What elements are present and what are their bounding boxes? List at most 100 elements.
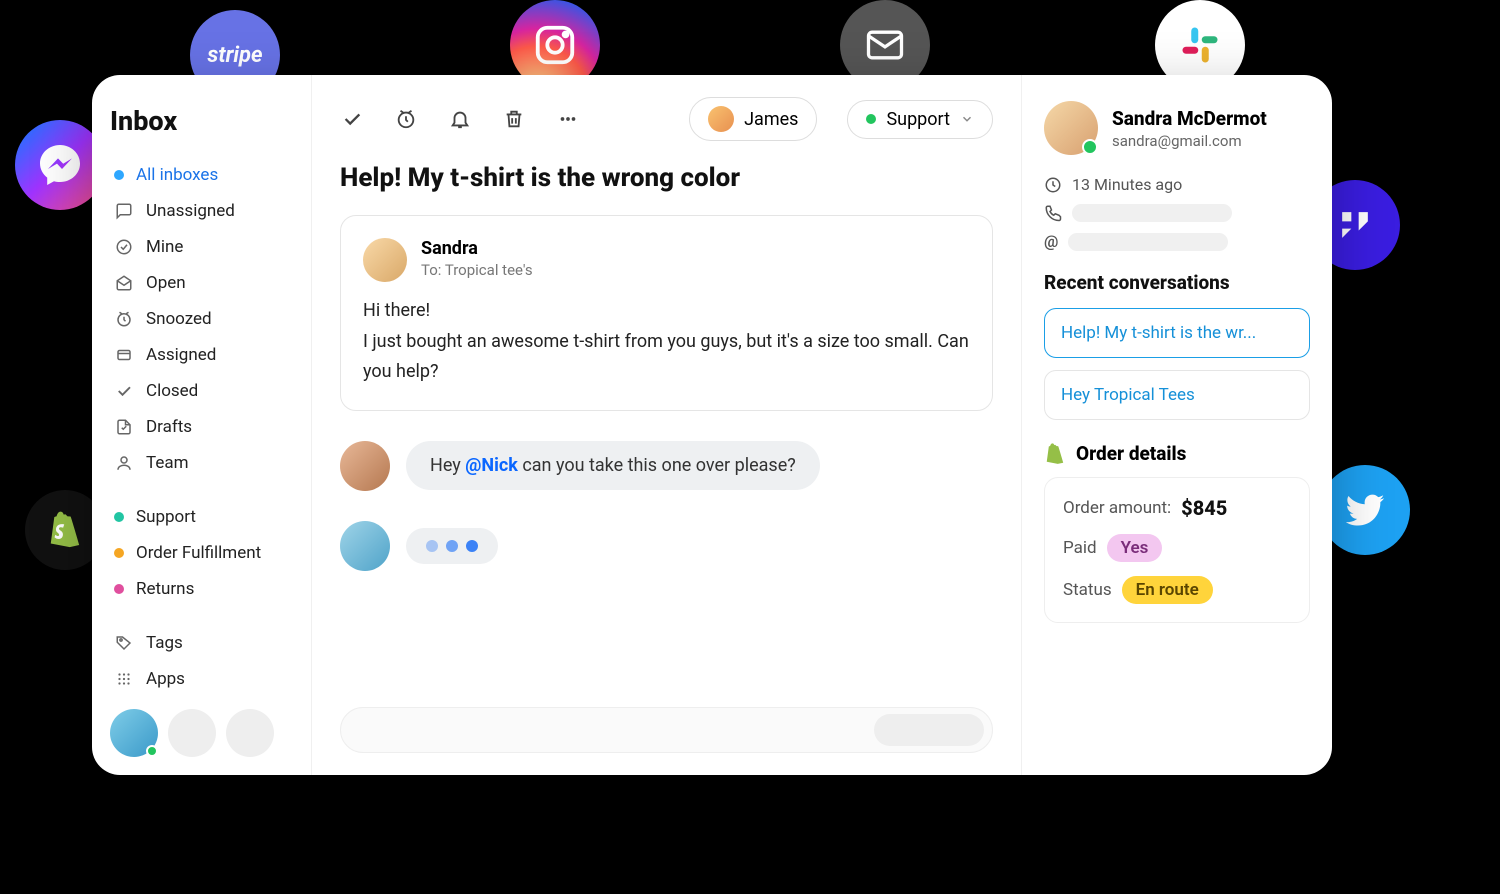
open-icon xyxy=(114,273,134,293)
nav-label: Order Fulfillment xyxy=(136,543,261,563)
sidebar: Inbox All inboxes Unassigned Mine Open S… xyxy=(92,75,312,775)
customer-name: Sandra McDermot xyxy=(1112,107,1267,130)
shopify-icon xyxy=(1044,443,1066,465)
team-order-fulfillment[interactable]: Order Fulfillment xyxy=(110,535,293,571)
nav-closed[interactable]: Closed xyxy=(110,373,293,409)
recent-title: Recent conversations xyxy=(1044,271,1310,294)
sender-name: Sandra xyxy=(421,238,533,259)
clock-icon xyxy=(114,309,134,329)
avatar[interactable] xyxy=(226,709,274,757)
placeholder xyxy=(1072,204,1232,222)
dot-icon xyxy=(114,512,124,522)
last-seen: 13 Minutes ago xyxy=(1044,175,1310,194)
last-seen-text: 13 Minutes ago xyxy=(1072,175,1182,194)
presence-avatars xyxy=(110,709,274,757)
nav-label: Unassigned xyxy=(146,201,235,221)
nav-label: All inboxes xyxy=(136,165,218,185)
nav-label: Returns xyxy=(136,579,194,599)
nav-snoozed[interactable]: Snoozed xyxy=(110,301,293,337)
order-amount-label: Order amount: xyxy=(1063,498,1171,518)
note-bubble: Hey @Nick can you take this one over ple… xyxy=(406,441,820,490)
assignee-name: James xyxy=(744,109,798,130)
nav-label: Open xyxy=(146,273,186,293)
team-name: Support xyxy=(886,109,950,130)
app-window: Inbox All inboxes Unassigned Mine Open S… xyxy=(92,75,1332,775)
assigned-icon xyxy=(114,345,134,365)
dot-icon xyxy=(114,548,124,558)
nav-mine[interactable]: Mine xyxy=(110,229,293,265)
nav-drafts[interactable]: Drafts xyxy=(110,409,293,445)
mention[interactable]: @Nick xyxy=(465,455,518,476)
recipient: To: Tropical tee's xyxy=(421,261,533,279)
nav-label: Snoozed xyxy=(146,309,212,329)
avatar xyxy=(340,521,390,571)
message-icon xyxy=(114,201,134,221)
draft-icon xyxy=(114,417,134,437)
nav-label: Mine xyxy=(146,237,183,257)
clock-icon xyxy=(1044,176,1062,194)
nav-unassigned[interactable]: Unassigned xyxy=(110,193,293,229)
send-button[interactable] xyxy=(874,714,984,746)
status-badge: En route xyxy=(1122,576,1213,604)
nav-tags[interactable]: Tags xyxy=(110,625,293,661)
twitter-icon xyxy=(1320,465,1410,555)
dot-icon xyxy=(114,170,124,180)
typing-indicator-row xyxy=(340,521,993,571)
nav-team[interactable]: Team xyxy=(110,445,293,481)
paid-badge: Yes xyxy=(1107,534,1163,562)
status-label: Status xyxy=(1063,580,1112,600)
customer-email: sandra@gmail.com xyxy=(1112,132,1267,150)
nav-all-inboxes[interactable]: All inboxes xyxy=(110,157,293,193)
tag-icon xyxy=(114,633,134,653)
order-details-header: Order details xyxy=(1044,442,1310,465)
delete-button[interactable] xyxy=(502,107,526,131)
typing-indicator xyxy=(406,528,498,564)
dot-icon xyxy=(114,584,124,594)
order-card: Order amount: $845 Paid Yes Status En ro… xyxy=(1044,477,1310,623)
avatar xyxy=(363,238,407,282)
conversation-subject: Help! My t-shirt is the wrong color xyxy=(340,163,993,193)
avatar xyxy=(708,106,734,132)
person-icon xyxy=(114,453,134,473)
notification-button[interactable] xyxy=(448,107,472,131)
nav-label: Support xyxy=(136,507,196,527)
internal-note: Hey @Nick can you take this one over ple… xyxy=(340,441,993,491)
phone-icon xyxy=(1044,204,1062,222)
team-returns[interactable]: Returns xyxy=(110,571,293,607)
assignee-selector[interactable]: James xyxy=(689,97,817,141)
nav-assigned[interactable]: Assigned xyxy=(110,337,293,373)
close-conversation-button[interactable] xyxy=(340,107,364,131)
compose-input[interactable] xyxy=(340,707,993,753)
chevron-down-icon xyxy=(960,112,974,126)
sidebar-title: Inbox xyxy=(110,105,293,137)
nav-label: Closed xyxy=(146,381,198,401)
nav-label: Team xyxy=(146,453,189,473)
recent-conversation[interactable]: Hey Tropical Tees xyxy=(1044,370,1310,420)
recent-conversation[interactable]: Help! My t-shirt is the wr... xyxy=(1044,308,1310,358)
dot-icon xyxy=(866,114,876,124)
handle-row: @ xyxy=(1044,232,1310,251)
conversation-panel: James Support Help! My t-shirt is the wr… xyxy=(312,75,1022,775)
team-support[interactable]: Support xyxy=(110,499,293,535)
team-selector[interactable]: Support xyxy=(847,100,993,139)
nav-label: Drafts xyxy=(146,417,192,437)
message-body: Hi there! I just bought an awesome t-shi… xyxy=(363,296,970,388)
at-icon: @ xyxy=(1044,232,1058,251)
placeholder xyxy=(1068,233,1228,251)
snooze-button[interactable] xyxy=(394,107,418,131)
nav-apps[interactable]: Apps xyxy=(110,661,293,697)
avatar[interactable] xyxy=(168,709,216,757)
avatar xyxy=(1044,101,1098,155)
nav-open[interactable]: Open xyxy=(110,265,293,301)
grid-icon xyxy=(114,669,134,689)
check-circle-icon xyxy=(114,237,134,257)
avatar xyxy=(340,441,390,491)
nav-label: Tags xyxy=(146,633,183,653)
nav-label: Apps xyxy=(146,669,185,689)
details-panel: Sandra McDermot sandra@gmail.com 13 Minu… xyxy=(1022,75,1332,775)
more-button[interactable] xyxy=(556,107,580,131)
phone-row xyxy=(1044,204,1310,222)
customer-message: Sandra To: Tropical tee's Hi there! I ju… xyxy=(340,215,993,411)
avatar[interactable] xyxy=(110,709,158,757)
customer-header: Sandra McDermot sandra@gmail.com xyxy=(1044,101,1310,155)
